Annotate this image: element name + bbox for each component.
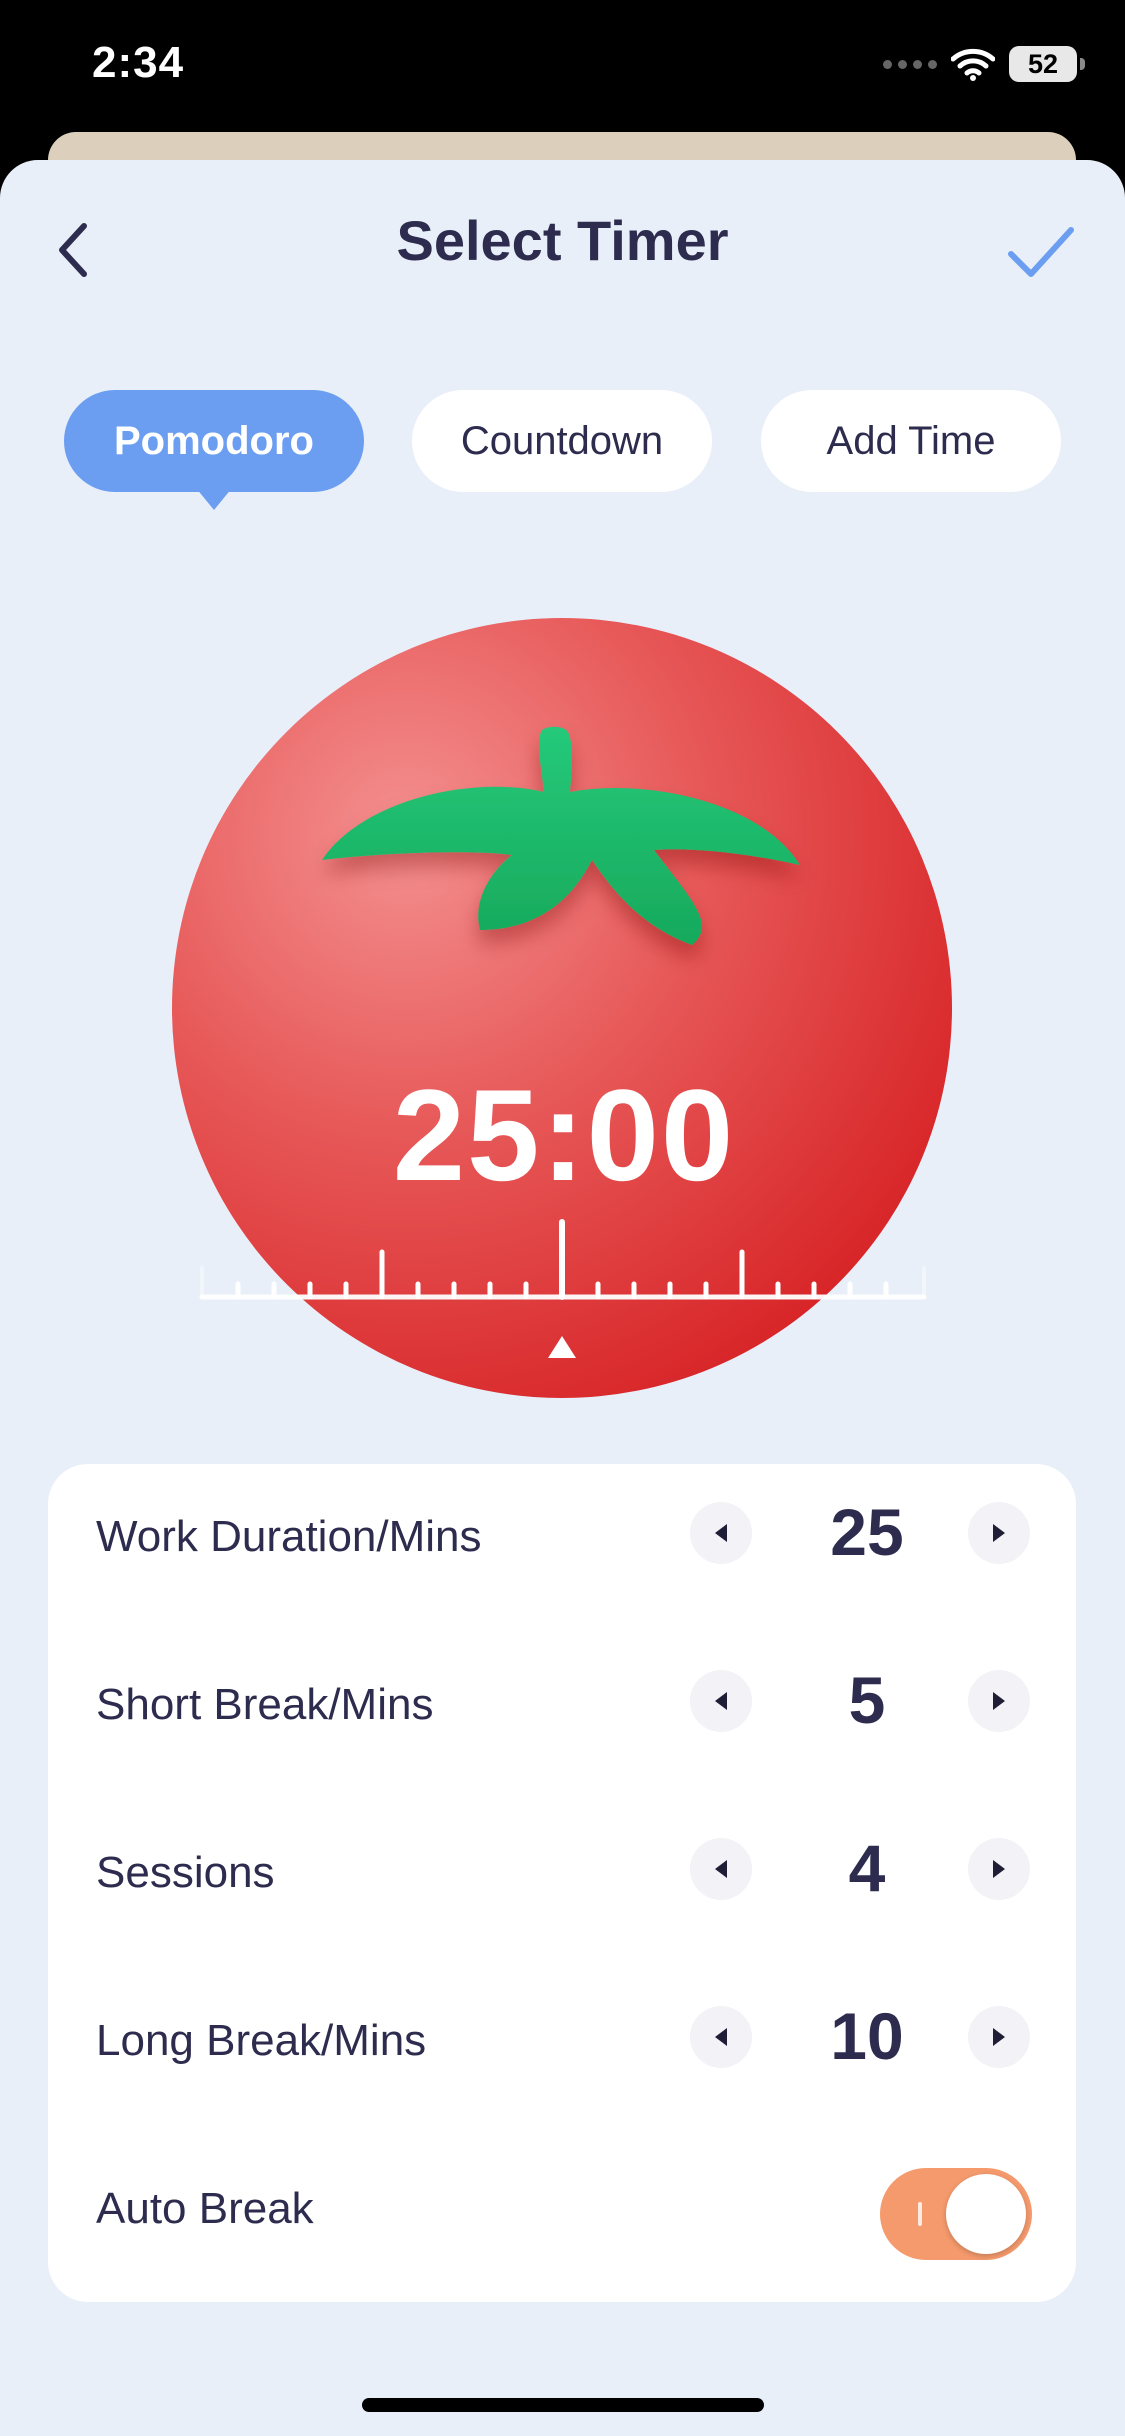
setting-row-auto-break: Auto Break (48, 2136, 1076, 2276)
setting-row-work-duration: Work Duration/Mins 25 (48, 1464, 1076, 1604)
checkmark-icon (1008, 227, 1074, 277)
increment-button[interactable] (968, 1670, 1030, 1732)
toggle-knob (946, 2174, 1026, 2254)
decrement-button[interactable] (690, 2006, 752, 2068)
wifi-icon (951, 48, 995, 81)
timer-display: 25:00 (392, 1062, 736, 1208)
tomato-timer[interactable]: 25:00 (172, 560, 956, 1400)
setting-row-short-break: Short Break/Mins 5 (48, 1632, 1076, 1772)
tab-countdown[interactable]: Countdown (412, 390, 712, 492)
tab-add-time[interactable]: Add Time (761, 390, 1061, 492)
signal-icon (883, 59, 937, 69)
triangle-right-icon (993, 1524, 1005, 1542)
settings-card: Work Duration/Mins 25 Short Break/Mins 5… (48, 1464, 1076, 2302)
tab-label: Countdown (460, 418, 664, 463)
stepper-value: 4 (848, 1831, 886, 1905)
mode-tabs: Pomodoro Countdown Add Time (64, 390, 1064, 510)
tab-label: Pomodoro (114, 418, 314, 463)
triangle-right-icon (993, 1860, 1005, 1878)
confirm-button[interactable] (1001, 210, 1081, 290)
setting-label: Sessions (96, 1848, 275, 1897)
triangle-left-icon (715, 2028, 727, 2046)
timer-sheet: Select Timer Pomodoro Countdown Add Time (0, 160, 1125, 2436)
increment-button[interactable] (968, 1502, 1030, 1564)
decrement-button[interactable] (690, 1838, 752, 1900)
tab-pomodoro[interactable]: Pomodoro (64, 390, 364, 510)
setting-label: Short Break/Mins (96, 1680, 434, 1729)
toggle-on-mark (918, 2202, 922, 2226)
triangle-left-icon (715, 1860, 727, 1878)
increment-button[interactable] (968, 1838, 1030, 1900)
battery-level: 52 (1027, 48, 1059, 79)
stepper-value: 5 (848, 1663, 886, 1737)
tab-pointer (196, 488, 232, 510)
battery-icon: 52 (1009, 46, 1085, 82)
status-time: 2:34 (92, 38, 185, 87)
tomato-graphic (172, 618, 952, 1398)
setting-row-long-break: Long Break/Mins 10 (48, 1968, 1076, 2108)
status-bar: 2:34 52 (0, 0, 1125, 140)
setting-label: Long Break/Mins (96, 2016, 427, 2065)
triangle-left-icon (715, 1524, 727, 1542)
auto-break-toggle[interactable] (880, 2168, 1032, 2260)
decrement-button[interactable] (690, 1502, 752, 1564)
increment-button[interactable] (968, 2006, 1030, 2068)
status-indicators: 52 (883, 46, 1085, 82)
home-indicator[interactable] (362, 2398, 764, 2412)
setting-label: Work Duration/Mins (96, 1512, 482, 1561)
stepper-value: 10 (830, 1999, 904, 2073)
decrement-button[interactable] (690, 1670, 752, 1732)
tab-label: Add Time (826, 418, 996, 463)
triangle-left-icon (715, 1692, 727, 1710)
setting-label: Auto Break (96, 2184, 314, 2233)
page-title: Select Timer (396, 209, 729, 272)
header: Select Timer (0, 160, 1125, 330)
setting-row-sessions: Sessions 4 (48, 1800, 1076, 1940)
stepper-value: 25 (830, 1495, 904, 1569)
triangle-right-icon (993, 1692, 1005, 1710)
triangle-right-icon (993, 2028, 1005, 2046)
